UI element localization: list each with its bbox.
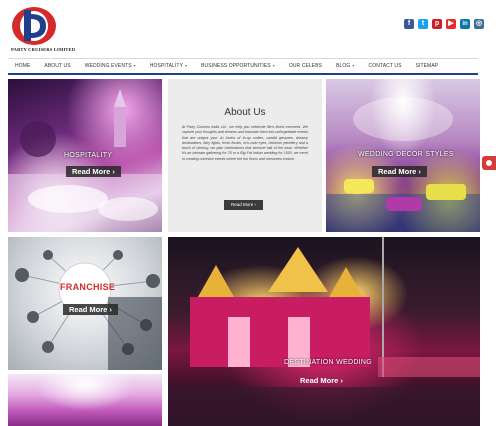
nav-item-label: OUR CELEBS bbox=[288, 63, 323, 69]
about-read-more-button[interactable]: Read More › bbox=[224, 200, 264, 210]
nav-item-label: BLOG bbox=[336, 63, 351, 69]
bottom-image-tile[interactable] bbox=[8, 374, 162, 426]
chevron-left-icon bbox=[486, 160, 492, 166]
wedding-decor-tile[interactable]: WEDDING DECOR STYLES Read More › bbox=[326, 79, 480, 232]
wedding-decor-read-more-button[interactable]: Read More › bbox=[372, 166, 427, 177]
main-nav: HOME ABOUT US WEDDING EVENTS ▾ HOSPITALIT… bbox=[8, 58, 478, 75]
hospitality-tile[interactable]: HOSPITALITY Read More › bbox=[8, 79, 162, 232]
destination-wedding-tile[interactable]: DESTINATION WEDDING Read More › bbox=[168, 237, 480, 426]
nav-item-hospitality[interactable]: HOSPITALITY ▾ bbox=[143, 63, 194, 69]
about-us-title: About Us bbox=[224, 107, 266, 118]
facebook-icon[interactable]: f bbox=[404, 19, 414, 29]
about-us-text: At Party Cruisers India Ltd , we help yo… bbox=[182, 125, 308, 161]
nav-item-label: HOSPITALITY bbox=[149, 63, 184, 69]
franchise-read-more-button[interactable]: Read More › bbox=[63, 304, 118, 315]
nav-item-business-opportunities[interactable]: BUSINESS OPPORTUNITIES ▾ bbox=[194, 63, 282, 69]
nav-item-contact-us[interactable]: CONTACT US bbox=[362, 63, 409, 69]
nav-item-about-us[interactable]: ABOUT US bbox=[37, 63, 77, 69]
nav-item-home[interactable]: HOME bbox=[8, 63, 37, 69]
linkedin-icon[interactable]: in bbox=[460, 19, 470, 29]
hospitality-read-more-button[interactable]: Read More › bbox=[66, 166, 121, 177]
nav-item-wedding-events[interactable]: WEDDING EVENTS ▾ bbox=[78, 63, 143, 69]
social-links: f t p ▶ in ◎ bbox=[404, 19, 484, 29]
nav-item-blog[interactable]: BLOG ▾ bbox=[329, 63, 361, 69]
nav-item-our-celebs[interactable]: OUR CELEBS bbox=[282, 63, 329, 69]
nav-item-label: WEDDING EVENTS bbox=[84, 63, 132, 69]
chevron-down-icon: ▾ bbox=[272, 63, 275, 68]
about-us-tile: About Us At Party Cruisers India Ltd , w… bbox=[168, 79, 322, 232]
pinterest-icon[interactable]: p bbox=[432, 19, 442, 29]
logo-tagline: PARTY CRUISERS LIMITED bbox=[11, 47, 76, 52]
wedding-decor-caption: WEDDING DECOR STYLES bbox=[358, 151, 454, 158]
nav-item-label: ABOUT US bbox=[44, 63, 71, 69]
page: PARTY CRUISERS LIMITED f t p ▶ in ◎ HOME… bbox=[0, 0, 496, 426]
youtube-icon[interactable]: ▶ bbox=[446, 19, 456, 29]
chevron-down-icon: ▾ bbox=[133, 63, 136, 68]
destination-wedding-image bbox=[168, 237, 480, 426]
logo-icon bbox=[12, 7, 56, 45]
nav-item-sitemap[interactable]: SITEMAP bbox=[409, 63, 446, 69]
instagram-icon[interactable]: ◎ bbox=[474, 19, 484, 29]
side-contact-tab[interactable] bbox=[482, 156, 496, 170]
nav-item-label: CONTACT US bbox=[368, 63, 402, 69]
chevron-down-icon: ▾ bbox=[185, 63, 188, 68]
twitter-icon[interactable]: t bbox=[418, 19, 428, 29]
nav-item-label: SITEMAP bbox=[415, 63, 439, 69]
destination-read-more-button[interactable]: Read More › bbox=[294, 375, 349, 386]
franchise-tile[interactable]: FRANCHISE Read More › bbox=[8, 237, 162, 370]
nav-item-label: HOME bbox=[15, 63, 31, 69]
chevron-down-icon: ▾ bbox=[352, 63, 355, 68]
hospitality-caption: HOSPITALITY bbox=[64, 152, 113, 159]
logo[interactable]: PARTY CRUISERS LIMITED bbox=[6, 4, 75, 54]
franchise-caption: FRANCHISE bbox=[60, 282, 116, 292]
nav-item-label: BUSINESS OPPORTUNITIES bbox=[201, 63, 271, 69]
destination-wedding-caption: DESTINATION WEDDING bbox=[284, 359, 373, 366]
